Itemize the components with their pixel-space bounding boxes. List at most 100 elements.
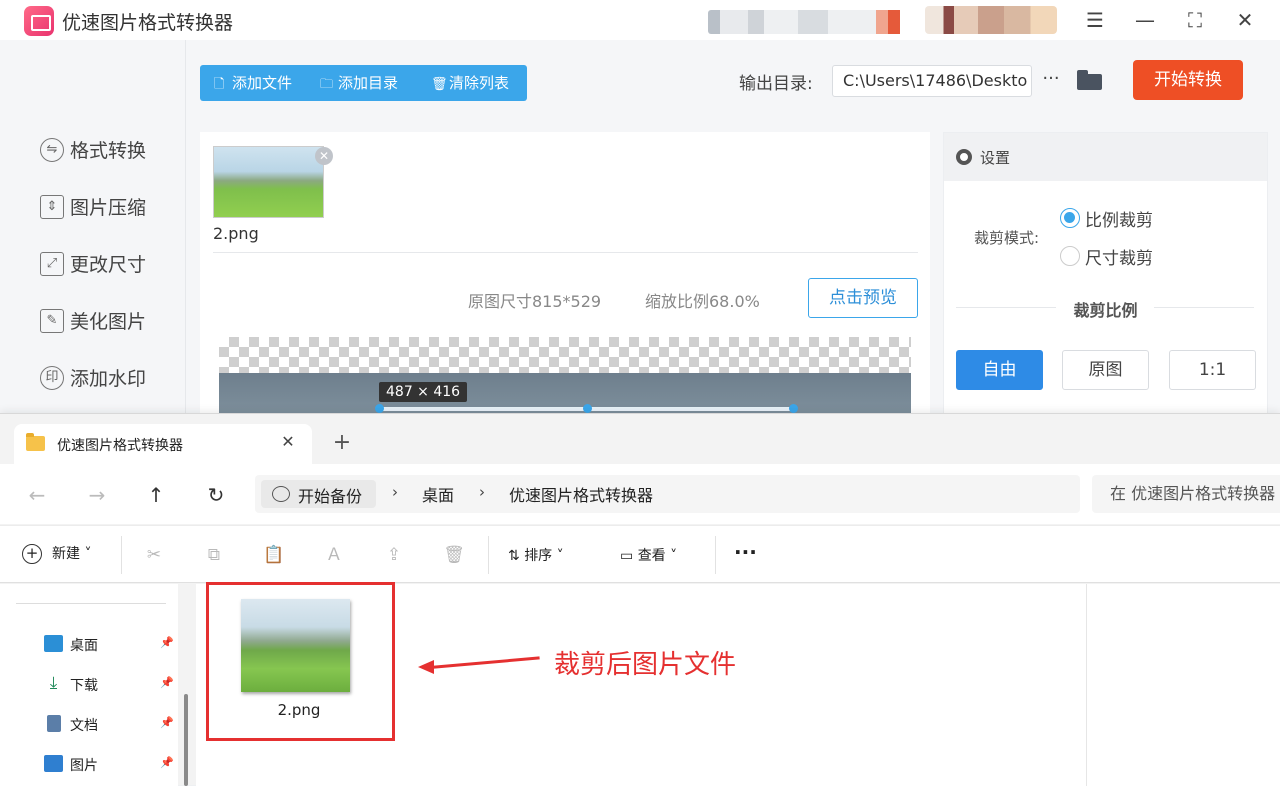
copy-icon[interactable]: ⧉: [202, 543, 226, 567]
breadcrumb-home[interactable]: 开始备份: [261, 480, 376, 508]
clear-list-button[interactable]: 🗑清除列表: [431, 65, 509, 101]
sort-button[interactable]: ⇅ 排序 ˅: [508, 545, 564, 565]
open-folder-icon[interactable]: [1077, 70, 1102, 90]
original-size-text: 原图尺寸815*529: [468, 292, 602, 311]
blurred-avatar: [925, 6, 1057, 34]
browse-more-button[interactable]: ···: [1039, 66, 1063, 94]
start-convert-button[interactable]: 开始转换: [1133, 60, 1243, 100]
explorer-tab[interactable]: 优速图片格式转换器 ✕: [14, 424, 312, 464]
menu-icon[interactable]: ☰: [1080, 6, 1110, 34]
crop-handle[interactable]: [375, 404, 384, 413]
image-thumbnail[interactable]: [213, 146, 324, 218]
pin-icon[interactable]: 📌: [160, 636, 174, 649]
beautify-icon: ✎: [40, 309, 64, 333]
folder-icon: [26, 433, 45, 451]
address-bar[interactable]: 开始备份 › 桌面 › 优速图片格式转换器: [255, 475, 1080, 513]
pictures-icon: [44, 755, 63, 772]
file-name: 2.png: [277, 701, 321, 719]
close-tab-icon[interactable]: ✕: [276, 430, 300, 454]
ratio-1-1-button[interactable]: 1:1: [1169, 350, 1256, 390]
new-button[interactable]: + 新建 ˅: [22, 543, 91, 567]
sidebar-item-label: 图片压缩: [70, 197, 147, 219]
sidebar-item-label: 美化图片: [70, 311, 147, 333]
crop-handle[interactable]: [789, 404, 798, 413]
pin-icon[interactable]: 📌: [160, 716, 174, 729]
search-input[interactable]: 在 优速图片格式转换器: [1092, 475, 1280, 513]
new-tab-icon[interactable]: +: [330, 431, 354, 455]
compress-icon: ⇕: [40, 195, 64, 219]
tab-title: 优速图片格式转换器: [57, 438, 183, 454]
radio-size-crop-label[interactable]: 尺寸裁剪: [1085, 244, 1153, 269]
download-icon: ⤓: [49, 673, 58, 693]
ratio-free-button[interactable]: 自由: [956, 350, 1043, 390]
close-icon[interactable]: ✕: [1230, 6, 1260, 34]
breadcrumb-item: 开始备份: [298, 487, 363, 506]
ratio-original-button[interactable]: 原图: [1062, 350, 1149, 390]
settings-panel: 设置 裁剪模式: 比例裁剪 尺寸裁剪 裁剪比例 自由 原图 1:1: [943, 132, 1268, 422]
trash-icon: 🗑: [431, 77, 448, 92]
radio-size-crop[interactable]: [1060, 246, 1080, 266]
divider: [715, 536, 716, 574]
share-icon[interactable]: ⇪: [382, 543, 406, 567]
chevron-right-icon: ›: [479, 483, 485, 501]
output-dir-field[interactable]: C:\Users\17486\Deskto: [832, 65, 1032, 97]
forward-icon[interactable]: →: [84, 482, 110, 508]
sidebar-item-label: 更改尺寸: [70, 254, 147, 276]
watermark-icon: 印: [40, 366, 64, 390]
nav-item-label: 图片: [70, 758, 98, 774]
preview-button[interactable]: 点击预览: [808, 278, 918, 318]
settings-header: 设置: [944, 133, 1267, 181]
sidebar-item-label: 添加水印: [70, 368, 147, 390]
breadcrumb-item[interactable]: 桌面: [422, 482, 454, 506]
nav-item-label: 文档: [70, 718, 98, 734]
plus-icon: +: [22, 544, 42, 564]
app-logo-icon: [24, 6, 54, 36]
rename-icon[interactable]: Ａ: [322, 543, 346, 567]
document-icon: [47, 715, 61, 732]
add-file-label: 添加文件: [232, 74, 293, 92]
crop-ratio-title: 裁剪比例: [1073, 301, 1138, 320]
up-icon[interactable]: ↑: [143, 482, 169, 508]
radio-ratio-crop[interactable]: [1060, 208, 1080, 228]
file-toolbar: 🗋 添加文件 🗀 添加目录 🗑清除列表: [200, 65, 527, 101]
more-options-icon[interactable]: ···: [734, 540, 757, 564]
add-file-button[interactable]: 🗋 添加文件: [214, 65, 292, 101]
nav-item-label: 下载: [70, 678, 98, 694]
explorer-navbar: ← → ↑ ↻ 开始备份 › 桌面 › 优速图片格式转换器 在 优速图片格式转换…: [0, 464, 1280, 524]
title-bar: 优速图片格式转换器 ☰ — ⛶ ✕: [0, 0, 1280, 40]
sort-label: 排序: [524, 548, 553, 564]
blurred-account-info: [708, 10, 908, 34]
nav-item-label: 桌面: [70, 638, 98, 654]
image-content-panel: ✕ 2.png 原图尺寸815*529 缩放比例68.0% 点击预览 487 ×…: [200, 132, 930, 422]
gear-icon: [956, 149, 972, 165]
clear-list-label: 清除列表: [449, 74, 510, 92]
crop-canvas[interactable]: 487 × 416: [219, 337, 911, 422]
remove-image-icon[interactable]: ✕: [315, 147, 333, 165]
back-icon[interactable]: ←: [24, 482, 50, 508]
scale-ratio-text: 缩放比例68.0%: [645, 292, 760, 311]
resize-icon: ⤢: [40, 252, 64, 276]
minimize-icon[interactable]: —: [1130, 6, 1160, 34]
pin-icon[interactable]: 📌: [160, 756, 174, 769]
view-button[interactable]: ▭ 查看 ˅: [620, 545, 677, 565]
file-item[interactable]: 2.png: [206, 582, 395, 741]
file-explorer-window: 优速图片格式转换器 ✕ + ← → ↑ ↻ 开始备份 › 桌面 › 优速图片格式…: [0, 413, 1280, 786]
crop-handle[interactable]: [583, 404, 592, 413]
navigation-pane: 桌面 📌 ⤓ 下载 📌 文档 📌 图片 📌: [0, 584, 178, 786]
delete-icon[interactable]: 🗑: [442, 543, 466, 567]
radio-ratio-crop-label[interactable]: 比例裁剪: [1085, 206, 1153, 231]
crop-dimension-tag: 487 × 416: [379, 382, 468, 402]
scrollbar[interactable]: [184, 694, 188, 786]
maximize-icon[interactable]: ⛶: [1180, 6, 1210, 34]
cut-icon[interactable]: ✂: [142, 543, 166, 567]
divider: [121, 536, 122, 574]
breadcrumb-item[interactable]: 优速图片格式转换器: [509, 482, 653, 506]
crop-mode-label: 裁剪模式:: [974, 229, 1040, 247]
folder-icon: 🗀: [320, 77, 334, 92]
output-dir-label: 输出目录:: [739, 74, 813, 94]
add-directory-button[interactable]: 🗀 添加目录: [320, 65, 398, 101]
pin-icon[interactable]: 📌: [160, 676, 174, 689]
settings-title: 设置: [980, 149, 1011, 167]
refresh-icon[interactable]: ↻: [203, 482, 229, 508]
paste-icon[interactable]: 📋: [262, 543, 286, 567]
